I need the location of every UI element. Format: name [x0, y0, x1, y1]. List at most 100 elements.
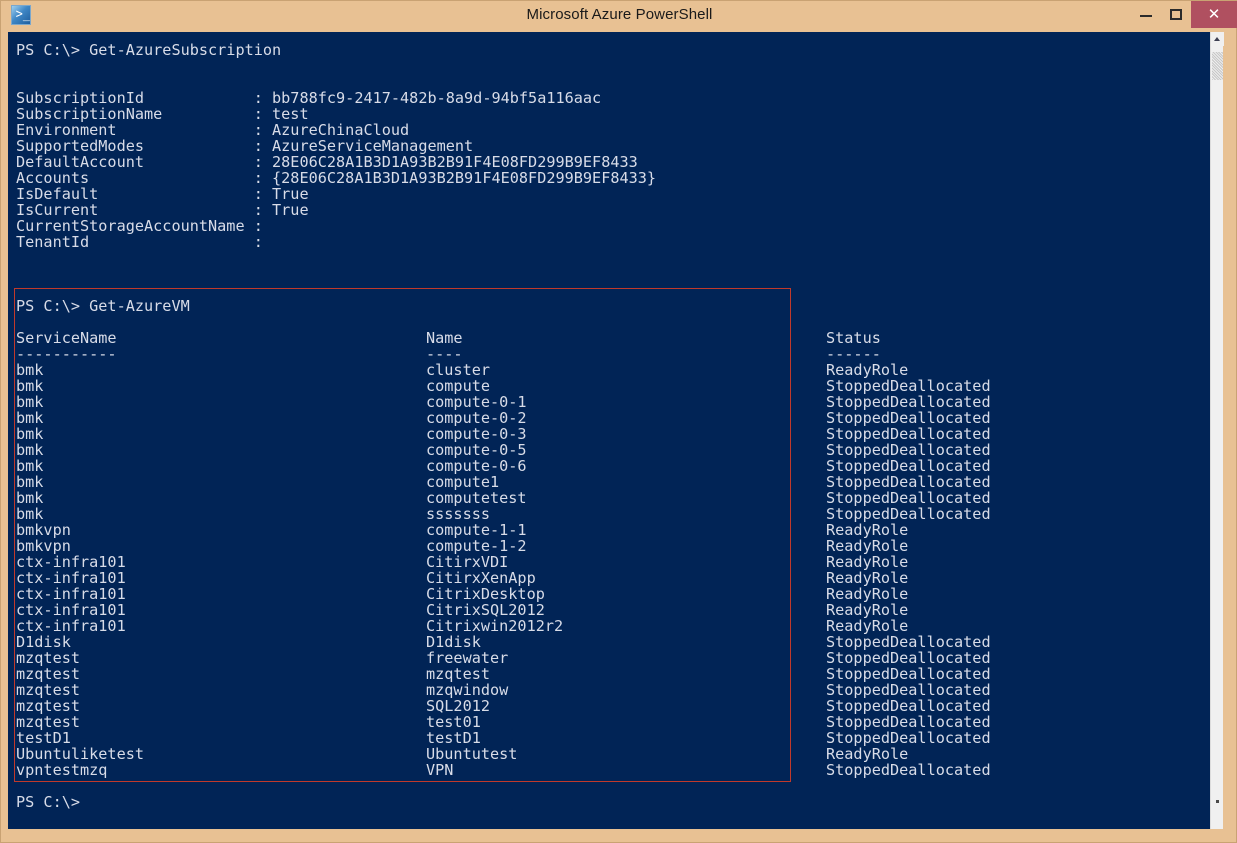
- cell-status: ------: [826, 345, 881, 363]
- table-row: bmkvpn compute-1-2 ReadyRole: [16, 538, 908, 554]
- cell-status: StoppedDeallocated: [826, 665, 991, 683]
- table-row: Ubuntuliketest Ubuntutest ReadyRole: [16, 746, 908, 762]
- cell-status: StoppedDeallocated: [826, 505, 991, 523]
- minimize-icon: [1140, 15, 1152, 17]
- cell-status: ReadyRole: [826, 553, 909, 571]
- close-button[interactable]: ✕: [1191, 1, 1237, 28]
- cell-status: StoppedDeallocated: [826, 713, 991, 731]
- cell-name: freewater: [426, 649, 509, 667]
- table-row: ctx-infra101 CitirxXenApp ReadyRole: [16, 570, 908, 586]
- cell-status: Status: [826, 329, 881, 347]
- property-line-accounts: Accounts : {28E06C28A1B3D1A93B2B91F4E08F…: [16, 169, 657, 187]
- cell-name: test01: [426, 713, 481, 731]
- table-row: bmk compute-0-5 StoppedDeallocated: [16, 442, 991, 458]
- cell-status: StoppedDeallocated: [826, 441, 991, 459]
- cell-name: compute-0-2: [426, 409, 527, 427]
- table-row: bmk cluster ReadyRole: [16, 362, 908, 378]
- cell-status: StoppedDeallocated: [826, 377, 991, 395]
- cell-name: compute1: [426, 473, 500, 491]
- console-text: PS C:\> Get-AzureSubscription Subscriptio…: [8, 32, 1213, 829]
- cell-status: StoppedDeallocated: [826, 409, 991, 427]
- final-prompt-line: PS C:\>: [16, 793, 81, 811]
- table-row: ctx-infra101 CitrixSQL2012 ReadyRole: [16, 602, 908, 618]
- table-row: D1disk D1disk StoppedDeallocated: [16, 634, 991, 650]
- table-row: ctx-infra101 CitrixDesktop ReadyRole: [16, 586, 908, 602]
- table-row: bmkvpn compute-1-1 ReadyRole: [16, 522, 908, 538]
- scroll-up-button[interactable]: [1211, 32, 1224, 46]
- cell-name: Citrixwin2012r2: [426, 617, 564, 635]
- cell-name: mzqwindow: [426, 681, 509, 699]
- window-title: Microsoft Azure PowerShell: [526, 6, 713, 23]
- table-row: bmk compute1 StoppedDeallocated: [16, 474, 991, 490]
- cell-name: SQL2012: [426, 697, 491, 715]
- cell-name: mzqtest: [426, 665, 491, 683]
- console-scrollbar[interactable]: [1210, 32, 1224, 829]
- cell-name: testD1: [426, 729, 481, 747]
- cell-status: ReadyRole: [826, 601, 909, 619]
- cell-name: D1disk: [426, 633, 481, 651]
- cell-status: ReadyRole: [826, 537, 909, 555]
- table-row: mzqtest SQL2012 StoppedDeallocated: [16, 698, 991, 714]
- cell-name: CitirxXenApp: [426, 569, 536, 587]
- cell-status: StoppedDeallocated: [826, 457, 991, 475]
- cell-name: sssssss: [426, 505, 491, 523]
- scroll-down-marker[interactable]: [1216, 800, 1219, 803]
- cell-name: Name: [426, 329, 463, 347]
- cell-status: StoppedDeallocated: [826, 633, 991, 651]
- property-line-supportedmodes: SupportedModes : AzureServiceManagement: [16, 137, 474, 155]
- property-line-subscriptionname: SubscriptionName : test: [16, 105, 309, 123]
- table-row: mzqtest mzqwindow StoppedDeallocated: [16, 682, 991, 698]
- maximize-icon: [1170, 9, 1182, 20]
- cell-status: ReadyRole: [826, 521, 909, 539]
- table-row: bmk sssssss StoppedDeallocated: [16, 506, 991, 522]
- cell-status: StoppedDeallocated: [826, 697, 991, 715]
- command-prompt-line: PS C:\> Get-AzureSubscription: [16, 41, 282, 59]
- title-bar[interactable]: >_ Microsoft Azure PowerShell ✕: [1, 1, 1237, 28]
- table-row: ctx-infra101 Citrixwin2012r2 ReadyRole: [16, 618, 908, 634]
- cell-name: VPN: [426, 761, 454, 779]
- cell-name: compute-1-2: [426, 537, 527, 555]
- cell-name: Ubuntutest: [426, 745, 518, 763]
- cell-status: ReadyRole: [826, 361, 909, 379]
- cell-servicename: vpntestmzq: [16, 761, 108, 779]
- cell-status: StoppedDeallocated: [826, 729, 991, 747]
- chevron-up-icon: [1214, 37, 1220, 41]
- cell-status: StoppedDeallocated: [826, 473, 991, 491]
- minimize-button[interactable]: [1131, 1, 1161, 28]
- property-line-iscurrent: IsCurrent : True: [16, 201, 309, 219]
- cell-name: ----: [426, 345, 463, 363]
- command-prompt-line: PS C:\> Get-AzureVM: [16, 297, 190, 315]
- property-line-tenantid: TenantId :: [16, 233, 263, 251]
- property-line-defaultaccount: DefaultAccount : 28E06C28A1B3D1A93B2B91F…: [16, 153, 638, 171]
- cell-name: compute-0-1: [426, 393, 527, 411]
- cell-status: StoppedDeallocated: [826, 761, 991, 779]
- table-row: ctx-infra101 CitirxVDI ReadyRole: [16, 554, 908, 570]
- table-row: mzqtest test01 StoppedDeallocated: [16, 714, 991, 730]
- console-surface[interactable]: PS C:\> Get-AzureSubscription Subscriptio…: [8, 32, 1222, 829]
- table-row: bmk compute-0-2 StoppedDeallocated: [16, 410, 991, 426]
- table-row: bmk compute-0-1 StoppedDeallocated: [16, 394, 991, 410]
- maximize-button[interactable]: [1161, 1, 1191, 28]
- cell-status: StoppedDeallocated: [826, 649, 991, 667]
- cell-name: compute-0-3: [426, 425, 527, 443]
- cell-status: StoppedDeallocated: [826, 489, 991, 507]
- cell-name: compute: [426, 377, 491, 395]
- table-row: mzqtest mzqtest StoppedDeallocated: [16, 666, 991, 682]
- table-row: bmk computetest StoppedDeallocated: [16, 490, 991, 506]
- cell-status: ReadyRole: [826, 745, 909, 763]
- table-row: bmk compute StoppedDeallocated: [16, 378, 991, 394]
- cell-status: StoppedDeallocated: [826, 681, 991, 699]
- property-line-subscriptionid: SubscriptionId : bb788fc9-2417-482b-8a9d…: [16, 89, 602, 107]
- table-header-row: ServiceName Name Status: [16, 330, 881, 346]
- cell-status: ReadyRole: [826, 585, 909, 603]
- table-row: bmk compute-0-3 StoppedDeallocated: [16, 426, 991, 442]
- scrollbar-thumb[interactable]: [1212, 52, 1223, 80]
- cell-name: CitirxVDI: [426, 553, 509, 571]
- property-line-currentstorageaccountname: CurrentStorageAccountName :: [16, 217, 263, 235]
- table-row: mzqtest freewater StoppedDeallocated: [16, 650, 991, 666]
- table-row: bmk compute-0-6 StoppedDeallocated: [16, 458, 991, 474]
- cell-name: CitrixDesktop: [426, 585, 545, 603]
- close-icon: ✕: [1207, 6, 1221, 23]
- cell-name: CitrixSQL2012: [426, 601, 545, 619]
- cell-name: compute-1-1: [426, 521, 527, 539]
